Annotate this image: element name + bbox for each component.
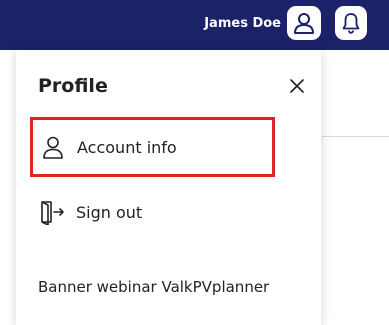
banner-webinar-link[interactable]: Banner webinar ValkPVplanner bbox=[38, 278, 269, 296]
profile-dropdown-panel: Profile Account info Sign out Banner web… bbox=[16, 50, 321, 325]
menu-item-account-info[interactable]: Account info bbox=[30, 117, 275, 177]
sign-out-icon bbox=[38, 198, 66, 226]
notifications-button[interactable] bbox=[335, 6, 367, 40]
menu-item-label: Sign out bbox=[76, 202, 143, 222]
account-button[interactable] bbox=[287, 6, 321, 40]
menu-item-label: Account info bbox=[77, 137, 177, 157]
bell-icon bbox=[342, 13, 360, 34]
panel-title: Profile bbox=[38, 75, 108, 97]
menu-item-sign-out[interactable]: Sign out bbox=[30, 182, 275, 242]
top-navigation-bar: James Doe bbox=[0, 0, 389, 50]
user-icon bbox=[294, 13, 314, 34]
user-icon bbox=[39, 133, 67, 161]
content-divider bbox=[322, 136, 389, 137]
user-name: James Doe bbox=[204, 16, 281, 31]
close-icon bbox=[290, 79, 304, 93]
close-button[interactable] bbox=[287, 76, 307, 96]
